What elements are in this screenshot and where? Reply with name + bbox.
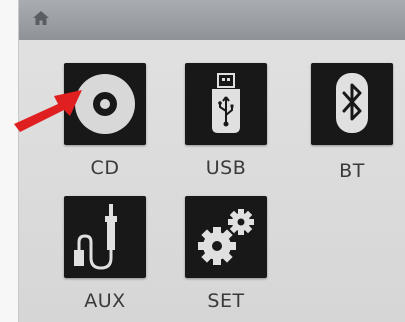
gears-icon	[198, 209, 254, 265]
bt-button[interactable]	[311, 63, 393, 145]
bt-label: BT	[339, 160, 365, 182]
cd-label: CD	[90, 157, 120, 179]
aux-label: AUX	[84, 290, 126, 312]
home-icon[interactable]	[31, 9, 51, 27]
top-bar	[19, 0, 405, 40]
set-button[interactable]	[185, 196, 267, 278]
bluetooth-icon	[336, 73, 368, 133]
head-unit-screen: CD USB BT AUX SET	[18, 0, 405, 322]
cd-icon	[75, 74, 135, 134]
cd-button[interactable]	[64, 63, 146, 145]
aux-cable-icon	[74, 204, 117, 270]
usb-button[interactable]	[185, 63, 267, 145]
usb-icon	[212, 73, 240, 133]
set-label: SET	[207, 290, 245, 312]
usb-label: USB	[205, 157, 247, 179]
aux-button[interactable]	[64, 196, 146, 278]
